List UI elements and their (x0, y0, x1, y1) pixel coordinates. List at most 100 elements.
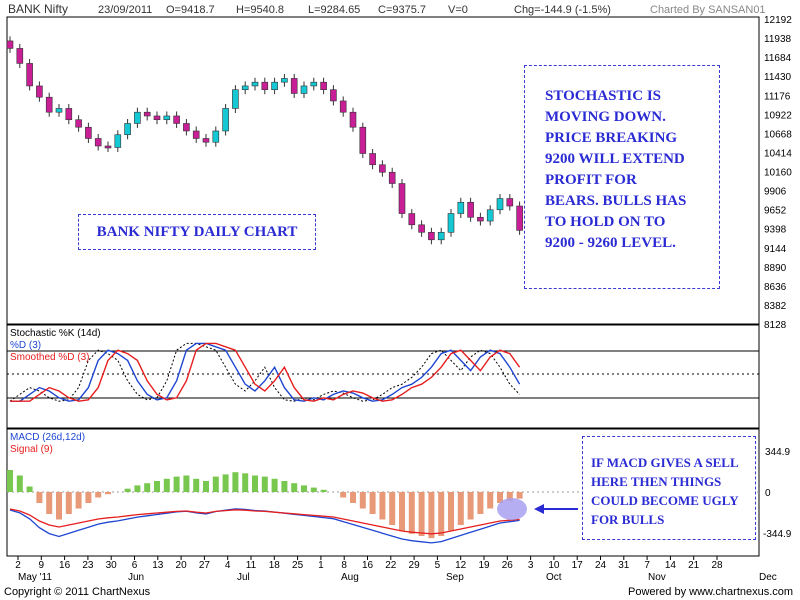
price-y-tick: 8890 (764, 263, 787, 274)
x-tick-label: 9 (39, 560, 45, 571)
chart-title-box: BANK NIFTY DAILY CHART (78, 214, 316, 250)
candle-body (212, 130, 220, 143)
candle-body (153, 115, 161, 121)
x-tick-label: 14 (665, 560, 677, 571)
candle-body (388, 171, 396, 184)
macd-tick-zero: 0 (765, 488, 771, 499)
macd-histogram-bar (163, 478, 170, 492)
macd-histogram-bar (359, 492, 366, 509)
candle-body (496, 198, 504, 211)
header-low: L=9284.65 (308, 4, 360, 16)
x-tick-label: 19 (478, 560, 490, 571)
header-date: 23/09/2011 (98, 4, 152, 16)
x-month-label: Sep (446, 572, 464, 583)
candle-body (320, 81, 327, 90)
macd-histogram-bar (408, 492, 415, 534)
macd-histogram-bar (75, 492, 82, 509)
candle-body (428, 231, 435, 241)
candle-body (506, 198, 514, 207)
candle-body (300, 85, 308, 94)
price-y-tick: 8636 (764, 282, 787, 293)
candle-body (418, 224, 425, 233)
x-tick-label: 12 (455, 560, 467, 571)
x-tick-label: 25 (292, 560, 304, 571)
x-month-label: Nov (648, 572, 666, 583)
macd-histogram-bar (16, 475, 23, 492)
macd-highlight-circle (497, 498, 527, 520)
x-tick-label: 1 (318, 560, 324, 571)
macd-histogram-bar (477, 492, 484, 514)
candle-body (271, 81, 278, 90)
macd-arrow-head (534, 504, 544, 514)
macd-histogram-bar (212, 476, 219, 492)
footer-copyright: Copyright © 2011 ChartNexus (4, 586, 151, 598)
candle-body (290, 78, 298, 94)
macd-histogram-bar (369, 492, 376, 514)
macd-histogram-bar (487, 492, 494, 509)
x-month-label: Aug (341, 572, 359, 583)
x-tick-label: 11 (246, 560, 257, 571)
x-tick-label: 16 (362, 560, 374, 571)
stoch-d-label: %D (3) (10, 340, 41, 351)
x-tick-label: 29 (409, 560, 421, 571)
candle-body (232, 89, 239, 109)
x-tick-label: 18 (269, 560, 281, 571)
macd-histogram-bar (134, 485, 141, 492)
candle-body (457, 201, 465, 214)
macd-histogram-bar (36, 492, 43, 503)
candle-body (163, 115, 171, 121)
x-tick-label: 23 (82, 560, 94, 571)
header-change: Chg=-144.9 (-1.5%) (514, 4, 611, 16)
stoch-smoothed-label: Smoothed %D (3) (10, 352, 89, 363)
x-month-label: Oct (546, 572, 562, 583)
candle-body (222, 108, 229, 132)
candle-body (486, 209, 494, 222)
candle-body (55, 108, 63, 113)
price-y-tick: 10922 (764, 110, 792, 121)
x-month-label: Jun (128, 572, 144, 583)
macd-histogram-bar (124, 488, 131, 492)
macd-histogram-bar (242, 473, 249, 492)
x-tick-label: 21 (688, 560, 700, 571)
candle-body (310, 81, 318, 87)
macd-histogram-bar (46, 492, 53, 514)
x-tick-label: 8 (341, 560, 347, 571)
macd-histogram-bar (183, 475, 190, 492)
candle-body (124, 123, 131, 136)
header-close: C=9375.7 (378, 4, 426, 16)
candle-body (183, 123, 190, 132)
candle-body (398, 183, 406, 214)
candle-body (134, 111, 141, 124)
macd-histogram-bar (105, 492, 111, 495)
x-tick-label: 27 (199, 560, 211, 571)
macd-histogram-bar (173, 476, 180, 492)
candle-body (379, 164, 386, 173)
x-tick-label: 16 (59, 560, 71, 571)
candle-body (85, 126, 92, 139)
x-tick-label: 31 (618, 560, 630, 571)
macd-histogram-bar (95, 492, 102, 498)
x-tick-label: 24 (595, 560, 607, 571)
price-y-tick: 11684 (764, 53, 792, 64)
x-month-label: Dec (759, 572, 777, 583)
price-y-tick: 9652 (764, 206, 787, 217)
price-y-tick: 12192 (764, 15, 792, 26)
signal-label: Signal (9) (10, 444, 53, 455)
price-y-tick: 8128 (764, 320, 787, 331)
date-x-axis: 2 9 16 23 30 6 13 20 27 4 11 18 25 1 8 16 22 29 5 12 19 26 3 10… (15, 556, 777, 583)
candle-body (477, 216, 484, 222)
stochastic-panel-frame (6, 324, 760, 429)
x-month-label: Jul (237, 572, 250, 583)
candle-body (104, 145, 112, 149)
macd-histogram-bar (252, 475, 258, 492)
candle-body (369, 153, 376, 166)
stochastic-note-box: STOCHASTIC IS MOVING DOWN. PRICE BREAKIN… (524, 65, 720, 289)
candle-body (437, 231, 445, 241)
macd-tick-low: -344.9 (763, 529, 792, 540)
price-y-tick: 11430 (764, 72, 792, 83)
macd-histogram-bar (399, 492, 405, 531)
header-high: H=9540.8 (236, 4, 284, 16)
price-y-tick: 8382 (764, 301, 787, 312)
macd-histogram-bar (310, 487, 317, 492)
candle-body (75, 119, 82, 128)
